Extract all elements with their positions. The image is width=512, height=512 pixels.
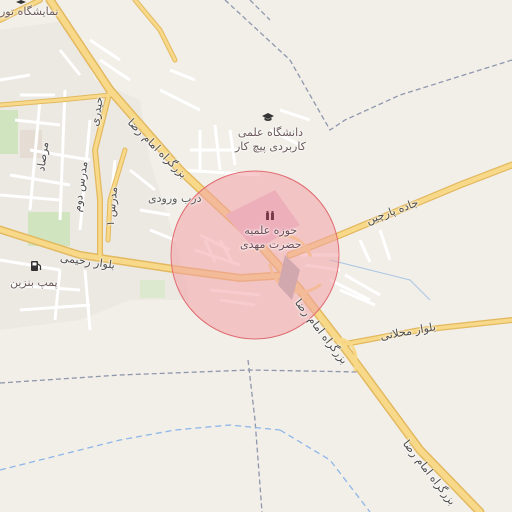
park-area [140,280,165,298]
park-area [0,110,18,154]
label-seminary[interactable]: حوزه علمیه حضرت مهدی [240,224,302,252]
label-university-top[interactable]: نمایشگاه تور [0,5,58,18]
label-pomp-benzin[interactable]: پمپ بنزین [10,276,58,289]
label-darb-vorudi[interactable]: درب ورودی [148,192,202,205]
label-university[interactable]: دانشگاه علمی کاربردی پیچ کار [235,126,306,154]
map-canvas[interactable]: نمایشگاه تور دانشگاه علمی کاربردی پیچ کا… [0,0,512,512]
